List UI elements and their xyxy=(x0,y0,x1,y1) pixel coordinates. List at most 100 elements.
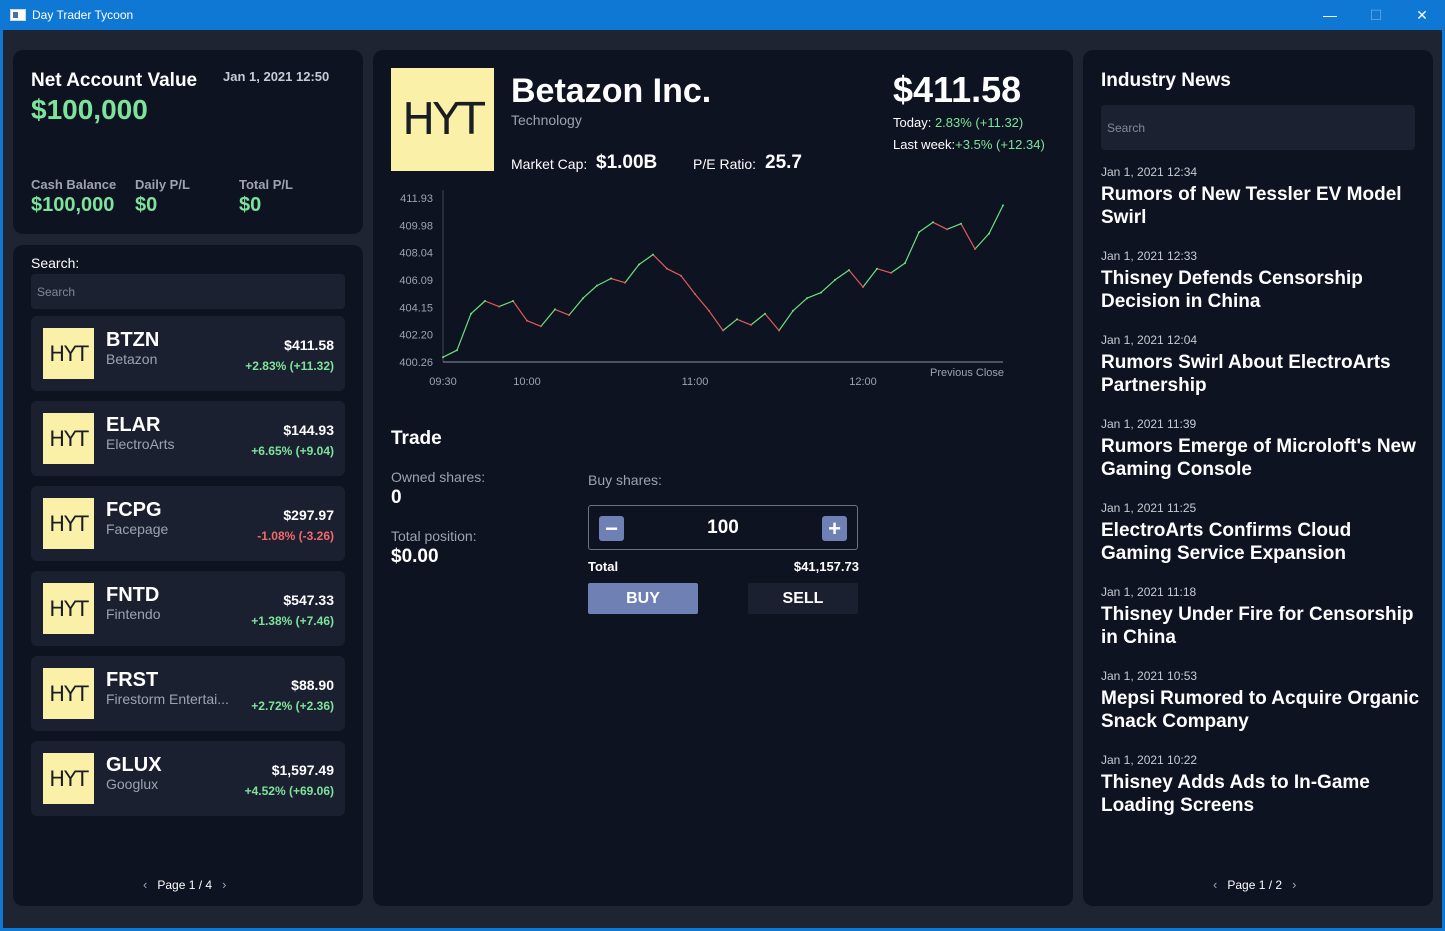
news-headline: Thisney Defends Censorship Decision in C… xyxy=(1101,268,1363,312)
price-segment xyxy=(470,300,486,315)
stock-company-name: Firestorm Entertai... xyxy=(106,691,229,707)
buy-shares-label: Buy shares: xyxy=(588,472,662,488)
cash-balance-stat: Cash Balance $100,000 xyxy=(31,177,116,217)
minimize-button[interactable]: — xyxy=(1307,0,1353,30)
x-tick-label: 12:00 xyxy=(849,376,877,388)
stock-card-frst[interactable]: HYT FRST Firestorm Entertai... $88.90 +2… xyxy=(31,656,345,731)
net-account-label: Net Account Value xyxy=(31,70,198,91)
news-item[interactable]: Jan 1, 2021 10:53 Mepsi Rumored to Acqui… xyxy=(1101,669,1425,733)
quantity-input[interactable]: 100 xyxy=(589,506,857,549)
news-search-input[interactable] xyxy=(1101,105,1415,150)
news-item[interactable]: Jan 1, 2021 11:39 Rumors Emerge of Micro… xyxy=(1101,417,1425,481)
sell-button[interactable]: SELL xyxy=(748,583,858,614)
week-change-value: +3.5% (+12.34) xyxy=(955,137,1045,152)
news-item[interactable]: Jan 1, 2021 11:18 Thisney Under Fire for… xyxy=(1101,585,1425,649)
chevron-left-icon[interactable]: ‹ xyxy=(1213,877,1217,892)
total-pl-label: Total P/L xyxy=(239,177,293,192)
market-cap-value: $1.00B xyxy=(596,152,658,173)
price-point xyxy=(694,293,696,295)
price-point xyxy=(960,222,962,225)
price-point xyxy=(918,231,920,234)
news-date: Jan 1, 2021 10:53 xyxy=(1101,669,1198,683)
close-button[interactable]: ✕ xyxy=(1399,0,1445,30)
news-headline: Rumors Emerge of Microloft's New Gaming … xyxy=(1101,436,1416,480)
news-item[interactable]: Jan 1, 2021 12:34 Rumors of New Tessler … xyxy=(1101,165,1425,229)
clock-date: Jan 1, 2021 12:50 xyxy=(223,69,330,84)
company-logo: HYT xyxy=(43,668,94,719)
app-icon xyxy=(10,9,26,21)
news-item[interactable]: Jan 1, 2021 12:33 Thisney Defends Censor… xyxy=(1101,249,1425,313)
price-segment xyxy=(624,264,640,284)
window-title: Day Trader Tycoon xyxy=(32,8,134,22)
price-point xyxy=(736,318,738,321)
stock-change: +2.72% (+2.36) xyxy=(251,699,334,713)
window-titlebar: Day Trader Tycoon — ☐ ✕ xyxy=(0,0,1445,30)
news-headline: Rumors Swirl About ElectroArts Partnersh… xyxy=(1101,352,1391,396)
news-item[interactable]: Jan 1, 2021 10:22 Thisney Adds Ads to In… xyxy=(1101,753,1425,817)
pe-ratio-value: 25.7 xyxy=(765,152,802,173)
stock-price: $297.97 xyxy=(283,507,334,523)
week-change: Last week:+3.5% (+12.34) xyxy=(893,137,1045,152)
price-segment xyxy=(764,313,780,331)
total-pl-stat: Total P/L $0 xyxy=(239,177,293,217)
price-segment xyxy=(442,349,458,358)
stock-change: +1.38% (+7.46) xyxy=(251,614,334,628)
price-segment xyxy=(708,310,724,331)
total-position-value: $0.00 xyxy=(391,546,439,567)
stock-search-label: Search: xyxy=(31,255,80,271)
stock-card-fntd[interactable]: HYT FNTD Fintendo $547.33 +1.38% (+7.46) xyxy=(31,571,345,646)
price-point xyxy=(834,278,836,281)
decrement-button[interactable]: − xyxy=(599,516,624,541)
chevron-right-icon[interactable]: › xyxy=(1292,877,1296,892)
stock-detail-panel: HYT Betazon Inc. Technology Market Cap: … xyxy=(373,50,1073,906)
price-point xyxy=(498,305,500,308)
total-pl-value: $0 xyxy=(239,194,262,216)
price-segment xyxy=(778,310,794,331)
stock-card-btzn[interactable]: HYT BTZN Betazon $411.58 +2.83% (+11.32) xyxy=(31,316,345,391)
stock-search-input[interactable] xyxy=(31,274,345,309)
news-item[interactable]: Jan 1, 2021 12:04 Rumors Swirl About Ele… xyxy=(1101,333,1425,397)
stock-card-glux[interactable]: HYT GLUX Googlux $1,597.49 +4.52% (+69.0… xyxy=(31,741,345,816)
company-logo: HYT xyxy=(43,413,94,464)
chevron-right-icon[interactable]: › xyxy=(222,877,226,892)
owned-shares-label: Owned shares: xyxy=(391,469,486,485)
price-point xyxy=(582,297,584,300)
y-tick-label: 409.98 xyxy=(399,220,433,232)
price-point xyxy=(638,263,640,266)
price-segment xyxy=(638,254,654,265)
news-panel: Industry News Jan 1, 2021 12:34 Rumors o… xyxy=(1083,50,1433,906)
price-point xyxy=(946,228,948,231)
price-point xyxy=(876,267,878,270)
stock-card-fcpg[interactable]: HYT FCPG Facepage $297.97 -1.08% (-3.26) xyxy=(31,486,345,561)
price-segment xyxy=(848,269,864,288)
price-segment xyxy=(582,285,598,299)
stock-list-panel: Search: HYT BTZN Betazon $411.58 +2.83% … xyxy=(13,245,363,906)
increment-button[interactable]: + xyxy=(822,516,847,541)
price-segment xyxy=(820,279,836,294)
today-change: Today: 2.83% (+11.32) xyxy=(893,115,1023,130)
price-point xyxy=(1002,204,1004,207)
price-point xyxy=(484,300,486,302)
price-segment xyxy=(512,300,528,322)
price-point xyxy=(708,309,710,312)
company-name: Betazon Inc. xyxy=(511,72,712,110)
chevron-left-icon[interactable]: ‹ xyxy=(143,877,147,892)
stock-card-elar[interactable]: HYT ELAR ElectroArts $144.93 +6.65% (+9.… xyxy=(31,401,345,476)
owned-shares-value: 0 xyxy=(391,487,402,508)
buy-button[interactable]: BUY xyxy=(588,583,698,614)
stock-company-name: Googlux xyxy=(106,776,159,792)
x-tick-label: 10:00 xyxy=(513,376,541,388)
company-logo: HYT xyxy=(43,753,94,804)
order-total-label: Total xyxy=(588,559,619,574)
window-border-left xyxy=(0,30,3,931)
price-point xyxy=(764,312,766,315)
daily-pl-value: $0 xyxy=(135,194,158,216)
news-item[interactable]: Jan 1, 2021 11:25 ElectroArts Confirms C… xyxy=(1101,501,1425,565)
price-point xyxy=(540,325,542,328)
maximize-button[interactable]: ☐ xyxy=(1353,0,1399,30)
price-segment xyxy=(484,300,500,308)
pe-ratio-label: P/E Ratio: xyxy=(693,156,757,172)
x-tick-label: 09:30 xyxy=(429,376,457,388)
news-headline: ElectroArts Confirms Cloud Gaming Servic… xyxy=(1101,520,1352,564)
price-point xyxy=(680,274,682,277)
